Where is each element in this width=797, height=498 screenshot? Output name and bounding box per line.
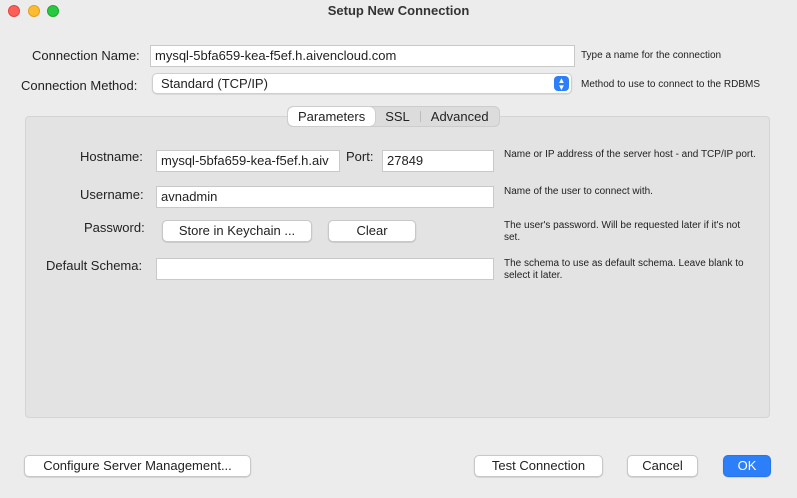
configure-server-management-button[interactable]: Configure Server Management... xyxy=(24,455,251,477)
store-in-keychain-button[interactable]: Store in Keychain ... xyxy=(162,220,312,242)
tab-advanced[interactable]: Advanced xyxy=(421,107,499,126)
port-label: Port: xyxy=(346,149,374,164)
tab-parameters[interactable]: Parameters xyxy=(288,107,376,126)
password-hint: The user's password. Will be requested l… xyxy=(504,220,741,243)
tab-ssl[interactable]: SSL xyxy=(375,107,420,126)
username-input[interactable]: avnadmin xyxy=(156,186,494,208)
ok-button[interactable]: OK xyxy=(723,455,771,477)
minimize-window-button[interactable] xyxy=(28,5,40,17)
connection-method-value: Standard (TCP/IP) xyxy=(161,76,268,91)
username-label: Username: xyxy=(80,187,144,202)
clear-password-button[interactable]: Clear xyxy=(328,220,416,242)
tab-bar: Parameters SSL Advanced xyxy=(287,106,500,127)
maximize-window-button[interactable] xyxy=(47,5,59,17)
window-title: Setup New Connection xyxy=(327,3,470,18)
username-hint: Name of the user to connect with. xyxy=(504,186,653,197)
hostname-label: Hostname: xyxy=(80,149,143,164)
default-schema-label: Default Schema: xyxy=(46,258,143,273)
chevron-up-down-icon: ▲ ▼ xyxy=(554,76,569,91)
default-schema-input[interactable] xyxy=(156,258,494,280)
connection-method-select[interactable]: Standard (TCP/IP) ▲ ▼ xyxy=(152,73,572,94)
default-schema-hint: The schema to use as default schema. Lea… xyxy=(504,258,744,281)
close-window-button[interactable] xyxy=(8,5,20,17)
connection-name-input[interactable]: mysql-5bfa659-kea-f5ef.h.aivencloud.com xyxy=(150,45,575,67)
title-bar: Setup New Connection xyxy=(0,0,797,22)
connection-method-hint: Method to use to connect to the RDBMS xyxy=(581,79,760,90)
connection-method-label: Connection Method: xyxy=(21,78,138,93)
password-label: Password: xyxy=(84,220,145,235)
connection-name-label: Connection Name: xyxy=(32,48,140,63)
hostname-input[interactable]: mysql-5bfa659-kea-f5ef.h.aiv xyxy=(156,150,340,172)
connection-name-hint: Type a name for the connection xyxy=(581,50,722,61)
cancel-button[interactable]: Cancel xyxy=(627,455,698,477)
hostname-hint: Name or IP address of the server host - … xyxy=(504,149,756,160)
port-input[interactable]: 27849 xyxy=(382,150,494,172)
test-connection-button[interactable]: Test Connection xyxy=(474,455,603,477)
